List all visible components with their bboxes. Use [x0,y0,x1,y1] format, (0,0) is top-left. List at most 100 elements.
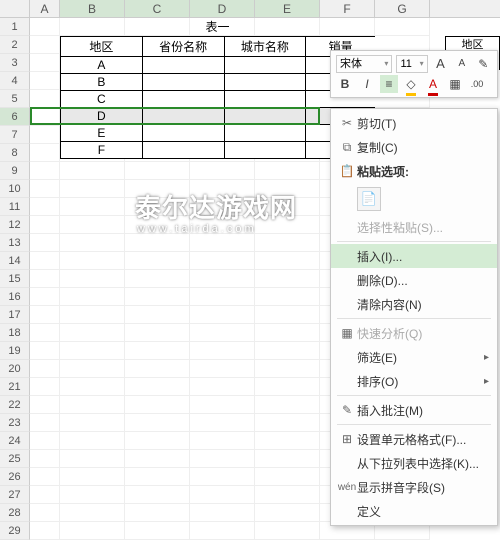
col-header-D[interactable]: D [190,0,255,17]
cell[interactable] [30,504,60,522]
cell[interactable] [125,450,190,468]
cell[interactable] [255,216,320,234]
row-header-29[interactable]: 29 [0,522,30,540]
increase-font-icon[interactable]: A [432,55,449,73]
th-region[interactable]: 地区 [61,37,143,57]
cell[interactable] [125,414,190,432]
menu-insert[interactable]: 插入(I)... [331,244,497,268]
cell[interactable] [30,468,60,486]
data-table-grid[interactable]: 地区 省份名称 城市名称 销量 A B C D E F [60,36,375,159]
cell[interactable] [190,198,255,216]
cell[interactable] [255,468,320,486]
cell[interactable] [190,216,255,234]
col-header-A[interactable]: A [30,0,60,17]
cell[interactable] [125,468,190,486]
cell[interactable] [125,396,190,414]
cell[interactable] [255,324,320,342]
row-header-25[interactable]: 25 [0,450,30,468]
row-header-9[interactable]: 9 [0,162,30,180]
cell[interactable] [30,126,60,144]
cell[interactable] [190,504,255,522]
cell[interactable] [30,450,60,468]
paste-option-default[interactable]: 📄 [331,183,497,215]
menu-delete[interactable]: 删除(D)... [331,268,497,292]
menu-define-name[interactable]: 定义 [331,499,497,523]
cell[interactable] [190,432,255,450]
cell[interactable] [60,432,125,450]
cell[interactable] [125,432,190,450]
cell[interactable] [30,234,60,252]
cell[interactable] [60,342,125,360]
cell[interactable] [255,378,320,396]
italic-button[interactable]: I [358,75,376,93]
col-header-F[interactable]: F [320,0,375,17]
cell[interactable] [255,252,320,270]
cell[interactable] [60,270,125,288]
cell[interactable] [60,360,125,378]
font-color-button[interactable]: A [424,75,442,93]
row-header-16[interactable]: 16 [0,288,30,306]
cell[interactable] [190,396,255,414]
cell[interactable] [190,522,255,540]
row-header-15[interactable]: 15 [0,270,30,288]
cell[interactable] [125,504,190,522]
cell[interactable] [60,486,125,504]
cell[interactable] [30,108,60,126]
cell[interactable] [60,198,125,216]
cell[interactable] [60,522,125,540]
cell[interactable] [190,360,255,378]
col-header-G[interactable]: G [375,0,430,17]
col-header-E[interactable]: E [255,0,320,17]
menu-copy[interactable]: ⧉ 复制(C) [331,135,497,159]
cell[interactable] [30,432,60,450]
cell[interactable] [190,450,255,468]
cell[interactable] [60,324,125,342]
row-header-18[interactable]: 18 [0,324,30,342]
cell[interactable] [30,414,60,432]
cell[interactable] [255,162,320,180]
cell[interactable] [30,90,60,108]
th-province[interactable]: 省份名称 [142,37,224,57]
row-header-14[interactable]: 14 [0,252,30,270]
row-header-1[interactable]: 1 [0,18,30,36]
cell[interactable] [255,270,320,288]
cell[interactable] [60,396,125,414]
font-family-select[interactable]: 宋体▾ [336,55,392,73]
align-button[interactable]: ≡ [380,75,398,93]
cell[interactable] [255,180,320,198]
cell[interactable] [60,288,125,306]
cell[interactable] [30,324,60,342]
cell[interactable] [255,414,320,432]
cell[interactable] [255,306,320,324]
cell[interactable] [60,306,125,324]
cell[interactable] [255,342,320,360]
row-header-12[interactable]: 12 [0,216,30,234]
cell[interactable] [30,378,60,396]
row-header-3[interactable]: 3 [0,54,30,72]
cell[interactable] [30,396,60,414]
menu-pick-from-list[interactable]: 从下拉列表中选择(K)... [331,451,497,475]
cell[interactable] [60,504,125,522]
cell[interactable] [255,432,320,450]
cell[interactable] [30,252,60,270]
cell[interactable] [125,486,190,504]
cell[interactable] [60,162,125,180]
cell[interactable] [125,198,190,216]
col-header-C[interactable]: C [125,0,190,17]
cell[interactable] [60,414,125,432]
cell[interactable] [125,180,190,198]
cell[interactable] [190,234,255,252]
cell[interactable] [255,486,320,504]
row-header-8[interactable]: 8 [0,144,30,162]
cell[interactable] [60,450,125,468]
cell[interactable] [190,288,255,306]
cell[interactable] [190,486,255,504]
cell[interactable] [125,342,190,360]
row-header-4[interactable]: 4 [0,72,30,90]
cell[interactable] [30,18,60,36]
cell[interactable] [30,144,60,162]
cell[interactable] [30,360,60,378]
menu-show-pinyin[interactable]: wén 显示拼音字段(S) [331,475,497,499]
row-header-24[interactable]: 24 [0,432,30,450]
menu-cut[interactable]: ✂ 剪切(T) [331,111,497,135]
